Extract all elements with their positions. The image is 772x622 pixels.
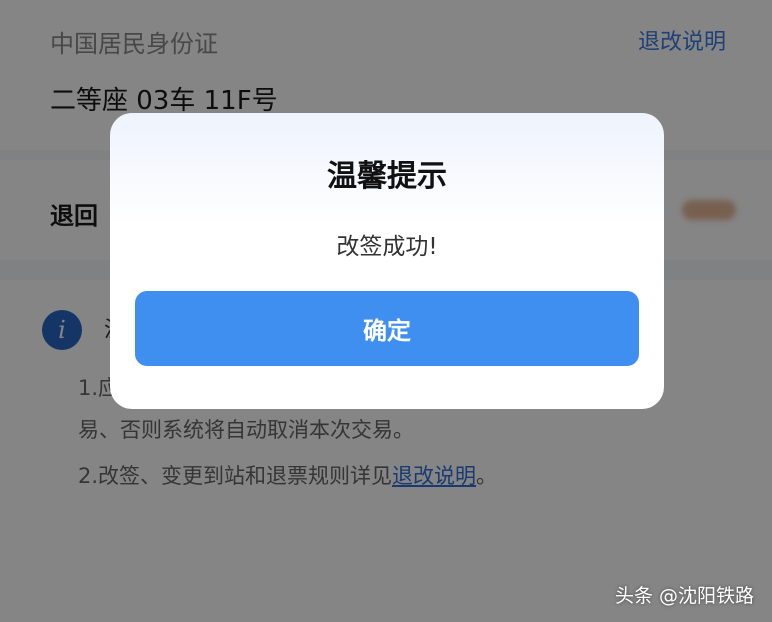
dialog-title: 温馨提示 — [327, 159, 447, 194]
watermark: 头条 @沈阳铁路 — [614, 585, 754, 607]
confirm-button[interactable]: 确定 — [135, 291, 639, 366]
dialog-message: 改签成功! — [336, 234, 438, 260]
alert-dialog: 温馨提示 改签成功! 确定 — [110, 113, 664, 409]
